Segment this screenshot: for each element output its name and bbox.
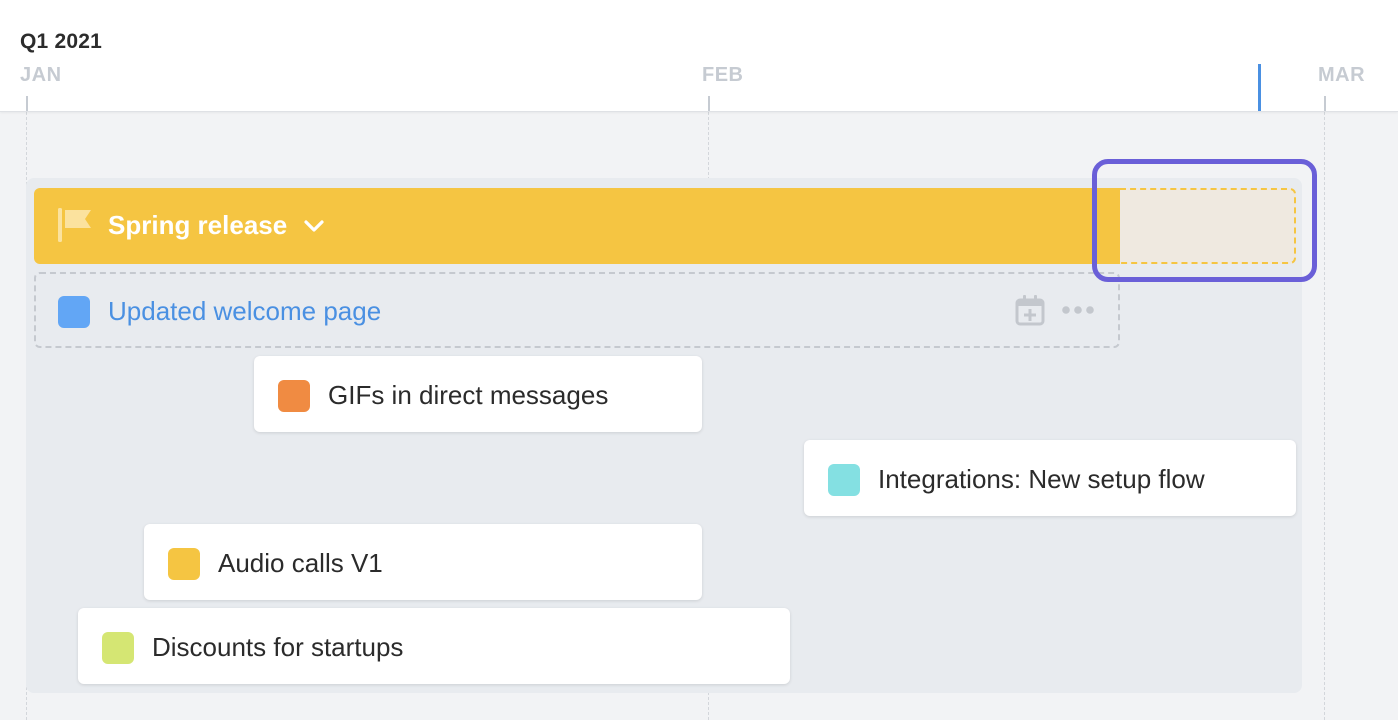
- item-color-swatch: [168, 548, 200, 580]
- feature-card-label: Discounts for startups: [152, 632, 404, 662]
- item-color-swatch: [102, 632, 134, 664]
- item-color-swatch: [58, 296, 90, 328]
- feature-card-audio-calls[interactable]: Audio calls V1: [144, 524, 702, 600]
- month-label-feb: FEB: [702, 64, 744, 86]
- unscheduled-item[interactable]: Updated welcome page: [34, 272, 1120, 348]
- month-label-mar: MAR: [1318, 64, 1366, 86]
- month-tick-feb: [708, 96, 710, 111]
- timeline-header: Q1 2021 JAN FEB MAR: [0, 0, 1398, 112]
- unscheduled-item-label: Updated welcome page: [108, 296, 382, 326]
- feature-card-label: Integrations: New setup flow: [878, 464, 1205, 494]
- calendar-plus-icon[interactable]: [1014, 294, 1046, 326]
- release-title: Spring release: [108, 210, 288, 240]
- quarter-label: Q1 2021: [20, 30, 102, 53]
- more-icon[interactable]: [1060, 300, 1096, 320]
- resize-handle-highlight[interactable]: [1092, 159, 1317, 282]
- month-tick-mar: [1324, 96, 1326, 111]
- feature-card-gifs[interactable]: GIFs in direct messages: [254, 356, 702, 432]
- release-bar[interactable]: Spring release: [34, 188, 1120, 264]
- item-color-swatch: [278, 380, 310, 412]
- feature-card-integrations[interactable]: Integrations: New setup flow: [804, 440, 1296, 516]
- feature-card-discounts[interactable]: Discounts for startups: [78, 608, 790, 684]
- today-marker: [1258, 64, 1261, 111]
- feature-card-label: GIFs in direct messages: [328, 380, 609, 410]
- month-label-jan: JAN: [20, 64, 62, 86]
- gridline-mar: [1324, 112, 1325, 720]
- flag-icon: [56, 208, 94, 244]
- feature-card-label: Audio calls V1: [218, 548, 383, 578]
- item-color-swatch: [828, 464, 860, 496]
- chevron-down-icon[interactable]: [302, 216, 326, 236]
- month-tick-jan: [26, 96, 28, 111]
